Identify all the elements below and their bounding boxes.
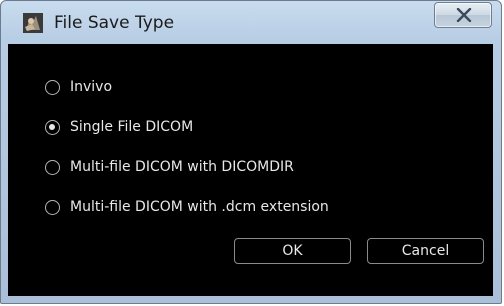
- option-invivo[interactable]: Invivo: [45, 76, 112, 98]
- option-multi-file-dicomdir[interactable]: Multi-file DICOM with DICOMDIR: [45, 156, 294, 178]
- option-single-file-dicom[interactable]: Single File DICOM: [45, 116, 193, 138]
- option-multi-file-dicomdir-label: Multi-file DICOM with DICOMDIR: [70, 159, 294, 175]
- dialog-body: Invivo Single File DICOM Multi-file DICO…: [8, 44, 493, 296]
- radio-invivo[interactable]: [45, 79, 60, 95]
- app-icon: [23, 13, 43, 33]
- close-icon: [456, 8, 472, 22]
- dialog-title: File Save Type: [54, 13, 175, 33]
- ok-button[interactable]: OK: [234, 238, 351, 264]
- radio-single-file-dicom[interactable]: [45, 119, 60, 135]
- option-invivo-label: Invivo: [70, 79, 113, 95]
- title-bar[interactable]: File Save Type: [1, 1, 501, 41]
- radio-multi-file-dicomdir[interactable]: [45, 159, 60, 175]
- cancel-button[interactable]: Cancel: [367, 238, 484, 264]
- option-single-file-dicom-label: Single File DICOM: [70, 119, 194, 135]
- close-button[interactable]: [434, 2, 492, 28]
- option-multi-file-dcm-extension-label: Multi-file DICOM with .dcm extension: [70, 199, 329, 215]
- radio-multi-file-dcm-extension[interactable]: [45, 199, 60, 215]
- file-save-type-dialog: File Save Type Invivo Single File DICOM …: [0, 0, 502, 304]
- option-multi-file-dcm-extension[interactable]: Multi-file DICOM with .dcm extension: [45, 196, 329, 218]
